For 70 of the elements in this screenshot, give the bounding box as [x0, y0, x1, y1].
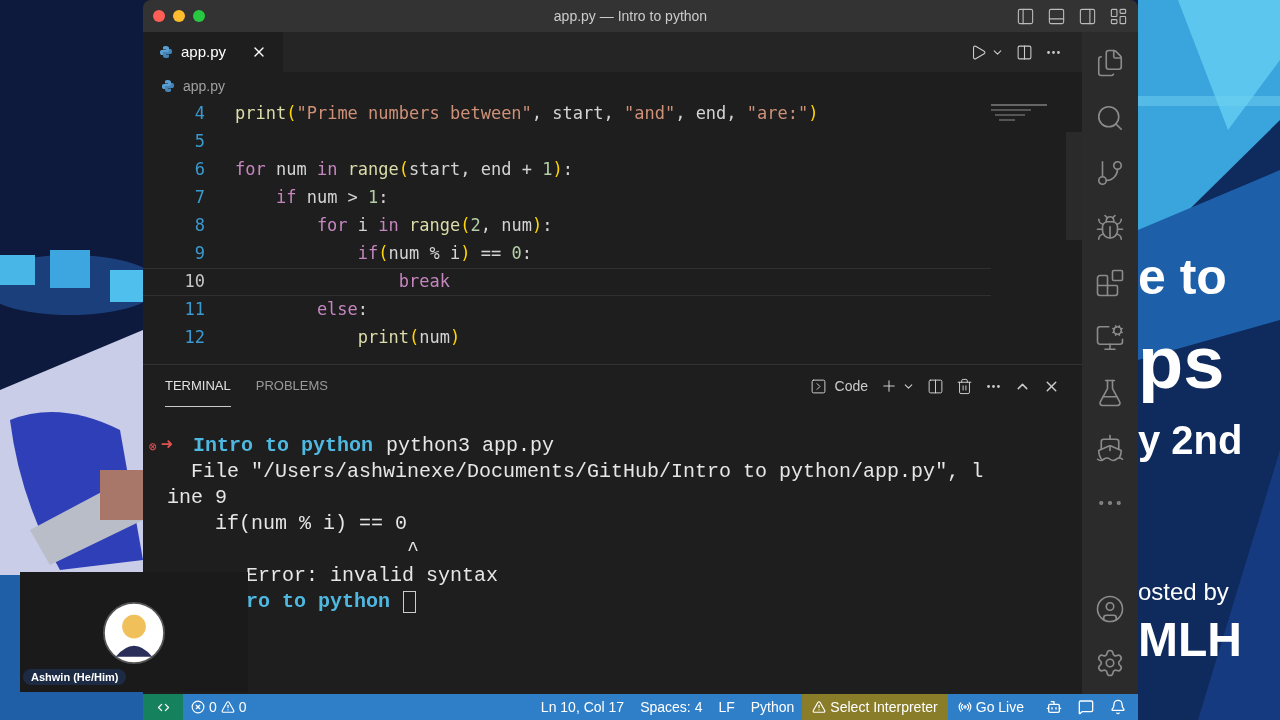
avatar-icon — [100, 602, 168, 664]
files-icon[interactable] — [1095, 48, 1125, 78]
customize-layout-icon[interactable] — [1109, 6, 1128, 26]
split-terminal-icon[interactable] — [927, 377, 944, 395]
run-debug-icon[interactable] — [1095, 213, 1125, 243]
toggle-sidebar-icon[interactable] — [1016, 6, 1035, 26]
warning-icon — [812, 700, 827, 714]
line-number: 8 — [193, 214, 205, 238]
source-control-icon[interactable] — [1095, 158, 1125, 188]
line-ending[interactable]: LF — [710, 696, 743, 718]
language-mode[interactable]: Python — [742, 696, 803, 718]
minimize-window-button[interactable] — [173, 10, 185, 22]
python-icon — [161, 79, 175, 93]
warning-icon — [220, 700, 235, 714]
slide-text: y 2nd — [1138, 420, 1244, 460]
panel-tab[interactable]: PROBLEMS — [255, 365, 328, 407]
robot-icon[interactable] — [1046, 699, 1062, 715]
toggle-secondary-sidebar-icon[interactable] — [1078, 6, 1097, 26]
zoom-window-button[interactable] — [193, 10, 205, 22]
line-number: 7 — [193, 186, 205, 210]
slide-text: MLH — [1138, 616, 1243, 664]
remote-explorer-icon[interactable] — [1095, 323, 1125, 353]
terminal-output: ine 9 — [167, 486, 227, 509]
go-live-button[interactable]: Go Live — [947, 694, 1034, 720]
window-title: app.py — Intro to python — [553, 6, 708, 26]
indentation[interactable]: Spaces: 4 — [632, 696, 711, 718]
cursor-position[interactable]: Ln 10, Col 17 — [532, 696, 633, 718]
line-number: 4 — [193, 102, 205, 126]
toggle-panel-icon[interactable] — [1047, 6, 1066, 26]
panel-tab[interactable]: TERMINAL — [165, 365, 231, 407]
slide-text: osted by — [1138, 580, 1230, 604]
error-icon — [191, 700, 205, 714]
line-number: 12 — [183, 326, 205, 350]
extensions-icon[interactable] — [1095, 268, 1125, 298]
slide-text: e to — [1138, 252, 1228, 302]
notifications-icon[interactable] — [1110, 699, 1126, 715]
python-icon — [159, 45, 173, 59]
run-icon[interactable] — [970, 43, 987, 61]
select-interpreter-button[interactable]: Select Interpreter — [802, 694, 948, 720]
line-number: 11 — [183, 298, 205, 322]
participant-name: Ashwin (He/Him) — [23, 669, 127, 685]
breadcrumb-item[interactable]: app.py — [183, 75, 226, 97]
line-number: 6 — [193, 158, 205, 182]
minimap-drawing — [991, 104, 1047, 124]
terminal-command: python3 app.py — [385, 433, 554, 459]
editor-tab[interactable]: app.py — [143, 32, 283, 72]
terminal-name[interactable]: Code — [834, 375, 868, 397]
ship-icon[interactable] — [1095, 433, 1125, 463]
feedback-icon[interactable] — [1078, 699, 1094, 715]
terminal-output: ^ — [406, 538, 420, 561]
trash-icon[interactable] — [956, 377, 973, 395]
terminal-output: Error: invalid syntax — [246, 564, 499, 587]
line-number: 9 — [193, 242, 205, 266]
problems-button[interactable]: 0 0 — [183, 694, 255, 720]
broadcast-icon — [957, 700, 972, 714]
search-icon[interactable] — [1095, 103, 1125, 133]
line-number: 10 — [183, 270, 205, 294]
account-icon[interactable] — [1095, 594, 1125, 624]
terminal-output: if(num % i) == 0 — [214, 512, 408, 535]
prompt-arrow: ➜ — [160, 433, 173, 459]
split-editor-icon[interactable] — [1016, 43, 1033, 61]
terminal-output: File "/Users/ashwinexe/Documents/GitHub/Intro to python/app.py", l — [190, 460, 984, 483]
terminal-icon — [809, 377, 827, 395]
prompt-directory: ro to python — [246, 589, 391, 615]
line-number: 5 — [193, 130, 205, 154]
new-terminal-icon[interactable] — [880, 377, 898, 395]
close-window-button[interactable] — [153, 10, 165, 22]
error-mark: ⊗ — [149, 439, 157, 457]
settings-icon[interactable] — [1095, 648, 1125, 678]
prompt-directory: Intro to python — [192, 433, 373, 459]
